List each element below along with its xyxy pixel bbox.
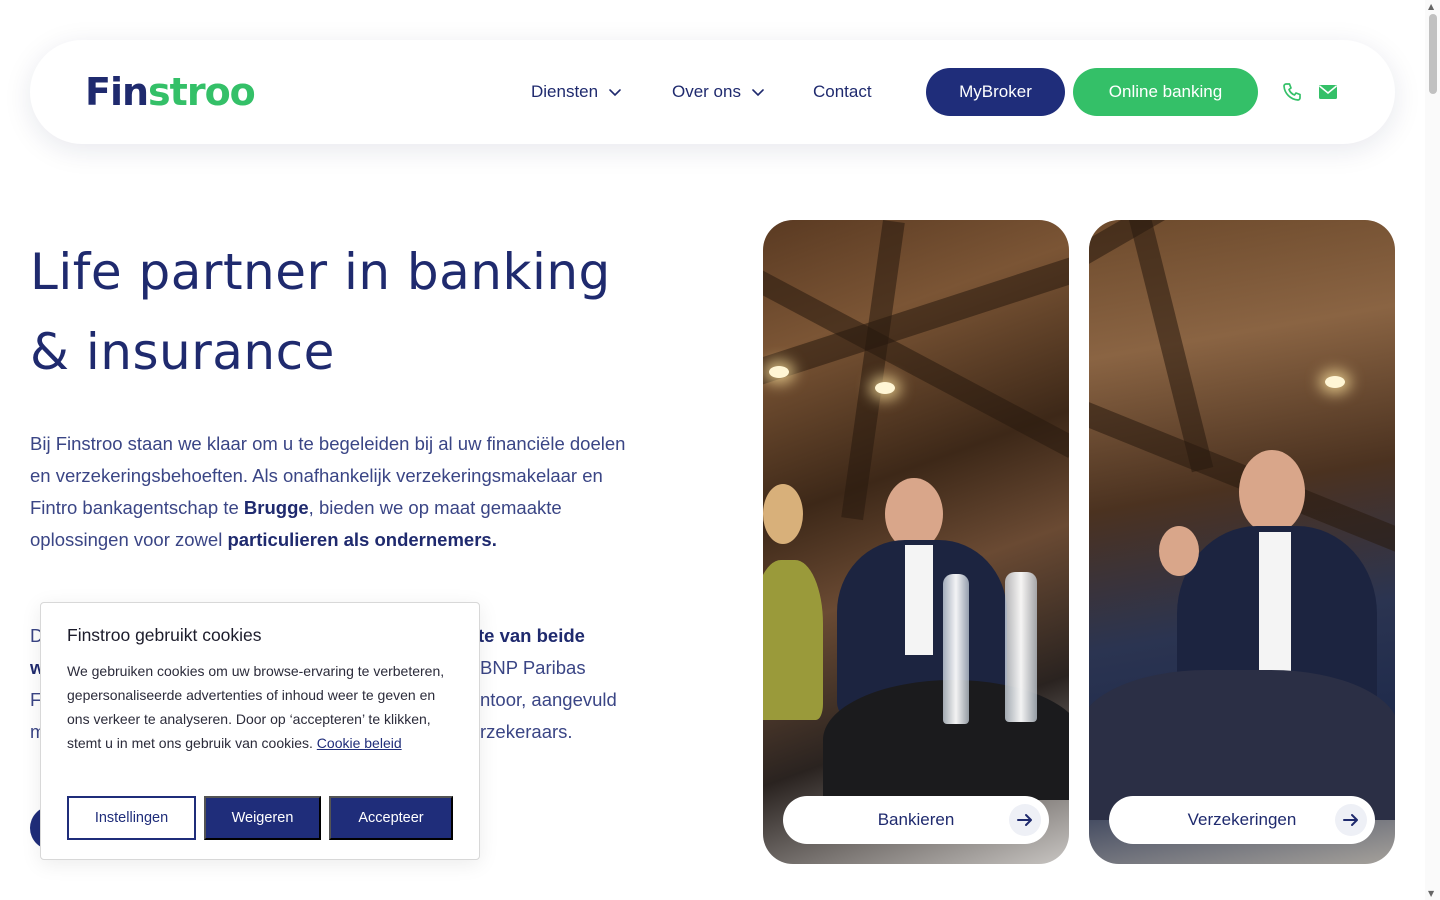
nav-diensten[interactable]: Diensten xyxy=(531,82,622,102)
arrow-right-icon xyxy=(1009,804,1041,836)
cookie-accept-button[interactable]: Accepteer xyxy=(329,796,453,840)
scroll-up-icon[interactable]: ▲ xyxy=(1428,2,1434,11)
hero-title-line2: & insurance xyxy=(30,323,335,381)
scroll-down-icon[interactable]: ▼ xyxy=(1428,889,1434,898)
scroll-thumb[interactable] xyxy=(1429,14,1437,94)
card-bankieren[interactable]: Bankieren xyxy=(763,220,1069,864)
raised-hand xyxy=(1159,526,1199,576)
para2-line3-right: ntoor, aangevuld xyxy=(480,689,617,710)
person-woman-scarf xyxy=(763,560,823,720)
mail-icon[interactable] xyxy=(1318,83,1338,101)
nav-over-ons-label: Over ons xyxy=(672,82,741,101)
ceiling-light xyxy=(769,366,789,378)
intro-bold-brugge: Brugge xyxy=(243,497,309,518)
mybroker-button[interactable]: MyBroker xyxy=(926,68,1065,116)
chevron-down-icon xyxy=(752,89,764,97)
person-older-man-head xyxy=(1239,450,1305,534)
hero-title: Life partner in banking & insurance xyxy=(30,232,670,392)
logo-text-stroo: stroo xyxy=(148,70,256,114)
card-verzekeringen[interactable]: Verzekeringen xyxy=(1089,220,1395,864)
water-bottle xyxy=(1005,572,1037,722)
logo-text-fin: Fin xyxy=(85,70,149,114)
ceiling-beam xyxy=(841,220,905,521)
ceiling-light xyxy=(875,382,895,394)
person-woman xyxy=(763,484,803,544)
cookie-banner: Finstroo gebruikt cookies We gebruiken c… xyxy=(40,602,480,860)
online-banking-button[interactable]: Online banking xyxy=(1073,68,1258,116)
phone-icon[interactable] xyxy=(1282,82,1302,102)
ceiling-light xyxy=(1325,376,1345,388)
verzekeringen-label: Verzekeringen xyxy=(1187,810,1297,829)
water-bottle xyxy=(943,574,969,724)
shirt xyxy=(1259,532,1291,682)
arrow-right-icon xyxy=(1335,804,1367,836)
para2-line1-right: te van beide xyxy=(478,625,585,646)
cookie-title: Finstroo gebruikt cookies xyxy=(67,625,262,645)
hero-title-line1: Life partner in banking xyxy=(30,243,611,301)
shirt xyxy=(905,545,933,655)
bankieren-button[interactable]: Bankieren xyxy=(783,796,1049,844)
intro-bold-particulieren: particulieren als ondernemers. xyxy=(227,529,497,550)
chevron-down-icon xyxy=(609,89,621,97)
page-scrollbar[interactable]: ▲ ▼ xyxy=(1425,0,1440,900)
finstroo-logo[interactable]: Finstroo xyxy=(85,70,256,114)
cookie-text: We gebruiken cookies om uw browse-ervari… xyxy=(67,659,459,755)
para2-line4-right: rzekeraars. xyxy=(480,721,573,742)
cookie-settings-button[interactable]: Instellingen xyxy=(67,796,196,840)
nav-over-ons[interactable]: Over ons xyxy=(672,82,765,102)
para2-line2-right: BNP Paribas xyxy=(480,657,586,678)
verzekeringen-button[interactable]: Verzekeringen xyxy=(1109,796,1375,844)
cookie-policy-link[interactable]: Cookie beleid xyxy=(317,735,402,751)
nav-contact[interactable]: Contact xyxy=(813,82,872,102)
nav-diensten-label: Diensten xyxy=(531,82,599,101)
cookie-decline-button[interactable]: Weigeren xyxy=(204,796,321,840)
bankieren-label: Bankieren xyxy=(877,810,955,829)
hero-intro: Bij Finstroo staan we klaar om u te bege… xyxy=(30,428,630,556)
nav-contact-label: Contact xyxy=(813,82,872,101)
